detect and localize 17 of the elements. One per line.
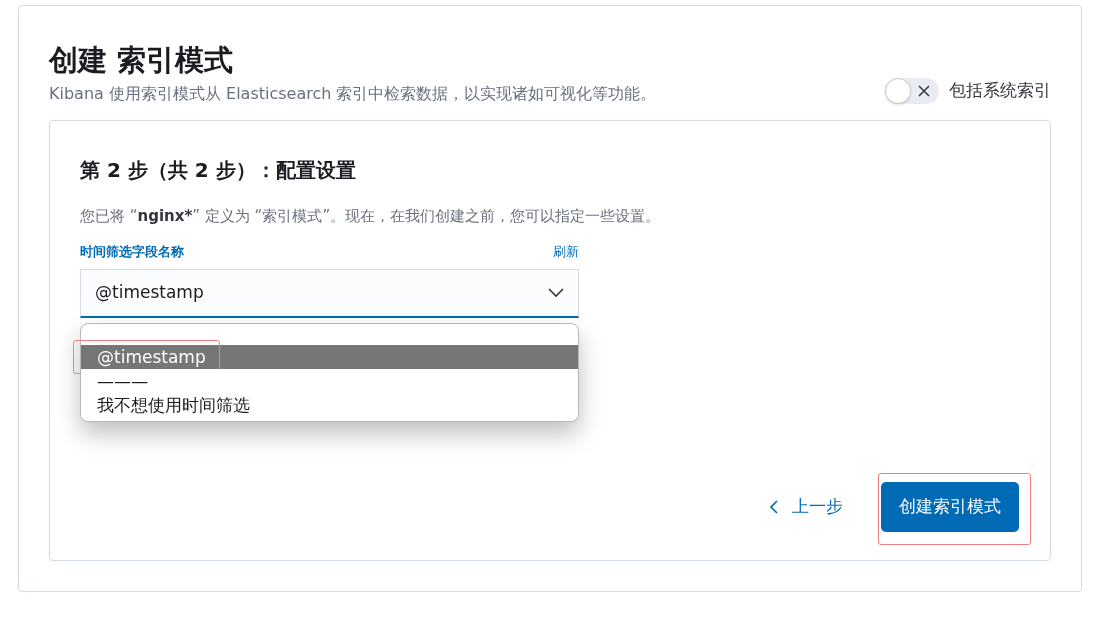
field-label: 时间筛选字段名称	[80, 242, 184, 261]
chevron-left-icon	[770, 500, 778, 514]
page-title: 创建 索引模式	[49, 42, 235, 78]
step-title: 第 2 步（共 2 步）：配置设置	[80, 157, 357, 184]
page-subtitle: Kibana 使用索引模式从 Elasticsearch 索引中检索数据，以实现诸如可视化等功能。	[49, 83, 657, 105]
toggle-switch[interactable]	[885, 78, 939, 104]
dropdown-option[interactable]: 我不想使用时间筛选	[81, 393, 578, 417]
chevron-down-icon	[548, 288, 564, 298]
step-description: 您已将 “nginx*” 定义为 “索引模式”。现在，在我们创建之前，您可以指定一些设置。	[80, 206, 662, 227]
toggle-label: 包括系统索引	[949, 79, 1051, 103]
refresh-link[interactable]: 刷新	[553, 241, 579, 261]
dropdown-option[interactable]: ———	[81, 369, 578, 393]
create-button[interactable]: 创建索引模式	[881, 482, 1019, 532]
back-button[interactable]: 上一步	[770, 494, 843, 520]
close-icon	[918, 85, 930, 97]
dropdown-option[interactable]: @timestamp	[81, 345, 578, 369]
time-field-select[interactable]: @timestamp	[80, 269, 579, 318]
